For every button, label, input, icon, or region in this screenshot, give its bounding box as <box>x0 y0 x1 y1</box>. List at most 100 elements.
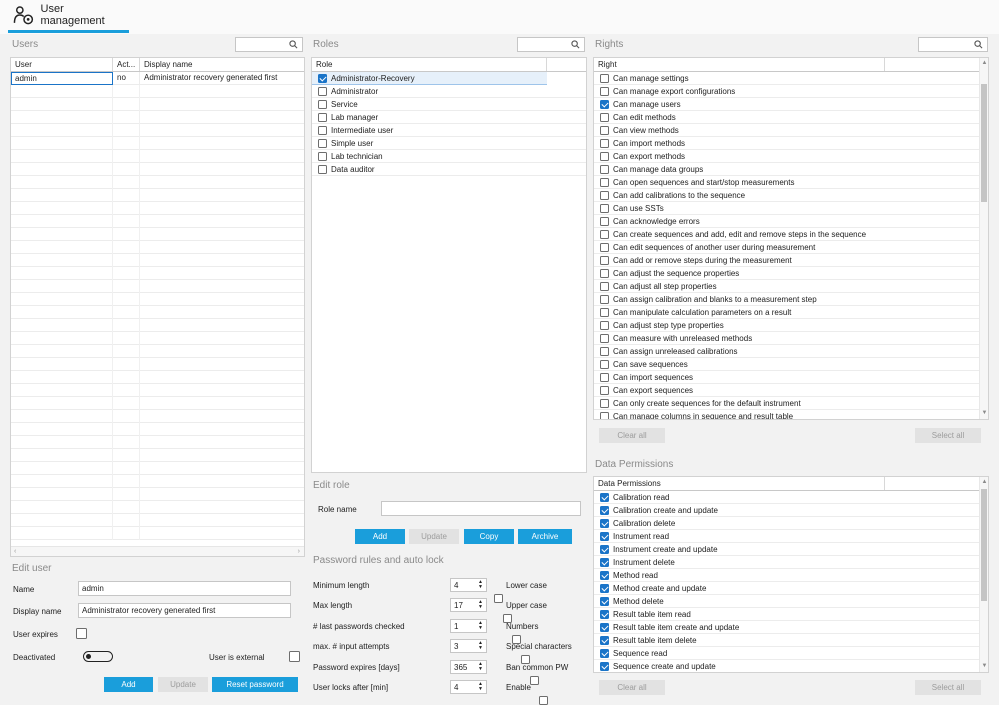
item-checkbox[interactable] <box>318 164 327 174</box>
password-option-checkbox[interactable] <box>539 696 548 705</box>
item-checkbox[interactable] <box>600 411 609 419</box>
users-horizontal-scrollbar[interactable]: ‹ › <box>11 546 304 556</box>
item-checkbox[interactable] <box>318 99 327 109</box>
list-item[interactable]: Calibration create and update <box>594 504 979 517</box>
list-item[interactable]: Calibration delete <box>594 517 979 530</box>
list-item[interactable]: Method create and update <box>594 582 979 595</box>
display-name-field[interactable]: Administrator recovery generated first <box>78 603 291 618</box>
item-checkbox[interactable] <box>600 505 609 515</box>
list-item[interactable]: Instrument delete <box>594 556 979 569</box>
item-checkbox[interactable] <box>600 518 609 528</box>
rights-search-input[interactable] <box>918 37 988 52</box>
col-role[interactable]: Role <box>312 58 547 71</box>
col-right[interactable]: Right <box>594 58 885 71</box>
list-item[interactable]: Can manage settings <box>594 72 979 85</box>
list-item[interactable]: Can manipulate calculation parameters on… <box>594 306 979 319</box>
item-checkbox[interactable] <box>600 229 609 239</box>
list-item[interactable]: Can assign unreleased calibrations <box>594 345 979 358</box>
list-item[interactable]: Sequence create and update <box>594 660 979 672</box>
item-checkbox[interactable] <box>600 177 609 187</box>
list-item[interactable]: Intermediate user <box>312 124 586 137</box>
item-checkbox[interactable] <box>600 99 609 109</box>
spinner-arrows-icon[interactable]: ▲ ▼ <box>478 641 483 651</box>
item-checkbox[interactable] <box>600 609 609 619</box>
item-checkbox[interactable] <box>318 151 327 161</box>
list-item[interactable]: Lab technician <box>312 150 586 163</box>
password-rule-spinner[interactable]: 365 ▲ ▼ <box>450 660 487 674</box>
list-item[interactable]: Can create sequences and add, edit and r… <box>594 228 979 241</box>
item-checkbox[interactable] <box>600 281 609 291</box>
item-checkbox[interactable] <box>600 203 609 213</box>
list-item[interactable]: Can assign calibration and blanks to a m… <box>594 293 979 306</box>
password-option-checkbox[interactable] <box>530 676 539 685</box>
item-checkbox[interactable] <box>600 294 609 304</box>
spinner-arrows-icon[interactable]: ▲ ▼ <box>478 621 483 631</box>
password-rule-spinner[interactable]: 3 ▲ ▼ <box>450 639 487 653</box>
list-item[interactable]: Simple user <box>312 137 586 150</box>
scroll-up-icon[interactable]: ▲ <box>981 60 988 67</box>
item-checkbox[interactable] <box>600 86 609 96</box>
item-checkbox[interactable] <box>600 398 609 408</box>
rights-select-all-button[interactable]: Select all <box>915 428 981 443</box>
add-user-button[interactable]: Add <box>104 677 153 692</box>
password-rule-spinner[interactable]: 4 ▲ ▼ <box>450 680 487 694</box>
password-rule-spinner[interactable]: 4 ▲ ▼ <box>450 578 487 592</box>
spinner-arrows-icon[interactable]: ▲ ▼ <box>478 682 483 692</box>
list-item[interactable]: Method read <box>594 569 979 582</box>
list-item[interactable]: Can add calibrations to the sequence <box>594 189 979 202</box>
list-item[interactable]: Can export sequences <box>594 384 979 397</box>
rights-clear-all-button[interactable]: Clear all <box>599 428 665 443</box>
item-checkbox[interactable] <box>600 190 609 200</box>
list-item[interactable]: Can only create sequences for the defaul… <box>594 397 979 410</box>
password-rule-spinner[interactable]: 17 ▲ ▼ <box>450 598 487 612</box>
list-item[interactable]: Can manage users <box>594 98 979 111</box>
item-checkbox[interactable] <box>318 73 327 83</box>
scroll-thumb[interactable] <box>981 84 987 202</box>
scroll-thumb[interactable] <box>981 489 987 601</box>
scroll-left-icon[interactable]: ‹ <box>14 548 16 555</box>
list-item[interactable]: Service <box>312 98 586 111</box>
roles-search-input[interactable] <box>517 37 585 52</box>
col-data-permissions[interactable]: Data Permissions <box>594 477 885 490</box>
item-checkbox[interactable] <box>600 242 609 252</box>
item-checkbox[interactable] <box>600 570 609 580</box>
add-role-button[interactable]: Add <box>355 529 405 544</box>
update-user-button[interactable]: Update <box>158 677 208 692</box>
reset-password-button[interactable]: Reset password <box>212 677 298 692</box>
role-name-field[interactable] <box>381 501 581 516</box>
item-checkbox[interactable] <box>600 583 609 593</box>
list-item[interactable]: Can export methods <box>594 150 979 163</box>
list-item[interactable]: Can edit methods <box>594 111 979 124</box>
list-item[interactable]: Can manage columns in sequence and resul… <box>594 410 979 419</box>
list-item[interactable]: Result table item read <box>594 608 979 621</box>
table-row[interactable]: admin no Administrator recovery generate… <box>11 71 304 85</box>
list-item[interactable]: Instrument create and update <box>594 543 979 556</box>
list-item[interactable]: Can edit sequences of another user durin… <box>594 241 979 254</box>
copy-role-button[interactable]: Copy <box>464 529 514 544</box>
list-item[interactable]: Can measure with unreleased methods <box>594 332 979 345</box>
list-item[interactable]: Administrator <box>312 85 586 98</box>
item-checkbox[interactable] <box>600 622 609 632</box>
item-checkbox[interactable] <box>600 216 609 226</box>
item-checkbox[interactable] <box>600 333 609 343</box>
list-item[interactable]: Can adjust the sequence properties <box>594 267 979 280</box>
name-field[interactable]: admin <box>78 581 291 596</box>
list-item[interactable]: Can import sequences <box>594 371 979 384</box>
users-search-input[interactable] <box>235 37 303 52</box>
item-checkbox[interactable] <box>318 125 327 135</box>
item-checkbox[interactable] <box>600 346 609 356</box>
item-checkbox[interactable] <box>600 385 609 395</box>
list-item[interactable]: Can import methods <box>594 137 979 150</box>
item-checkbox[interactable] <box>600 307 609 317</box>
item-checkbox[interactable] <box>600 661 609 671</box>
item-checkbox[interactable] <box>600 73 609 83</box>
item-checkbox[interactable] <box>600 544 609 554</box>
user-is-external-checkbox[interactable] <box>289 651 301 662</box>
scroll-up-icon[interactable]: ▲ <box>981 479 988 486</box>
item-checkbox[interactable] <box>600 138 609 148</box>
list-item[interactable]: Can adjust all step properties <box>594 280 979 293</box>
scroll-down-icon[interactable]: ▼ <box>981 410 988 417</box>
password-option-checkbox[interactable] <box>494 594 503 603</box>
list-item[interactable]: Can adjust step type properties <box>594 319 979 332</box>
password-rule-spinner[interactable]: 1 ▲ ▼ <box>450 619 487 633</box>
